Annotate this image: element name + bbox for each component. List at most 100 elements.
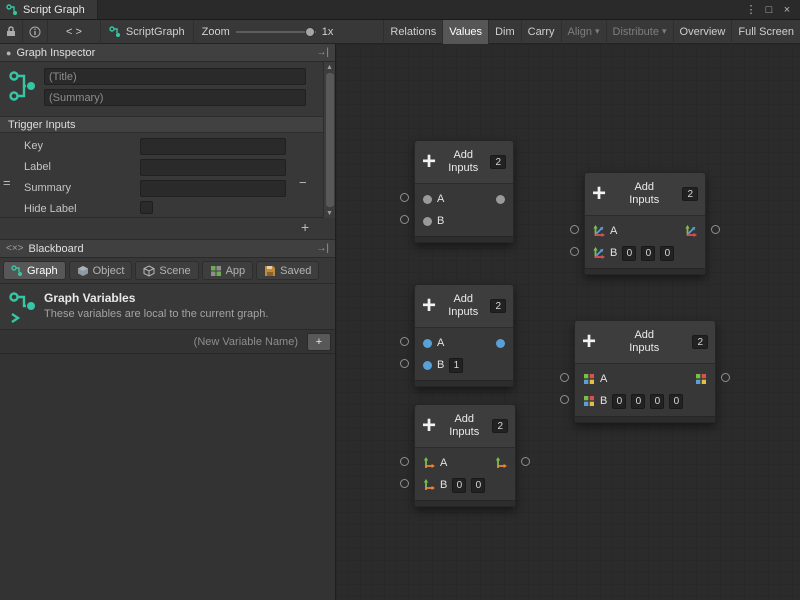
label-input[interactable]: [140, 159, 286, 176]
value-input[interactable]: 0: [612, 394, 626, 409]
align-dropdown[interactable]: Align ▾: [561, 20, 606, 44]
input-port-b[interactable]: [570, 247, 579, 256]
new-variable-input[interactable]: [4, 333, 300, 351]
tab-label: App: [226, 265, 246, 277]
port-label: B: [440, 479, 447, 491]
toolbar-right-group: Relations Values Dim Carry Align ▾ Distr…: [383, 20, 800, 44]
number-port-icon: [423, 339, 432, 348]
dock-icon[interactable]: →|: [316, 243, 329, 254]
value-input[interactable]: 0: [660, 246, 674, 261]
input-port-a[interactable]: [400, 337, 409, 346]
close-icon[interactable]: ×: [778, 1, 796, 19]
inspector-icon: ●: [6, 48, 11, 58]
zoom-slider-handle[interactable]: [305, 27, 315, 37]
value-input[interactable]: 0: [641, 246, 655, 261]
key-input[interactable]: [140, 138, 286, 155]
graph-summary-input[interactable]: [44, 89, 306, 106]
zoom-slider[interactable]: [236, 31, 316, 33]
vector3-icon: [593, 225, 605, 237]
input-port-a[interactable]: [560, 373, 569, 382]
summary-input[interactable]: [140, 180, 286, 197]
plus-icon: +: [582, 332, 596, 352]
value-input[interactable]: 0: [631, 394, 645, 409]
tab-menu-icon[interactable]: ⋮: [742, 1, 760, 19]
input-port-b[interactable]: [400, 479, 409, 488]
hide-label-checkbox[interactable]: [140, 201, 153, 214]
input-port-b[interactable]: [400, 359, 409, 368]
input-port-b[interactable]: [560, 395, 569, 404]
value-input[interactable]: 0: [622, 246, 636, 261]
value-input[interactable]: 0: [650, 394, 664, 409]
edit-script-button[interactable]: < >: [48, 20, 101, 44]
tab-scene[interactable]: Scene: [135, 261, 198, 280]
add-inputs-node-vector4[interactable]: + Add Inputs 2 A: [574, 320, 716, 423]
value-input[interactable]: 0: [471, 478, 485, 493]
window-tab[interactable]: Script Graph: [0, 0, 98, 19]
values-button[interactable]: Values: [442, 20, 488, 44]
add-variable-button[interactable]: +: [307, 333, 331, 351]
scroll-up-icon[interactable]: ▲: [326, 62, 333, 72]
inspector-scrollbar[interactable]: ▲ ▼: [323, 62, 335, 218]
input-port-b[interactable]: [400, 215, 409, 224]
add-inputs-node-vector3[interactable]: + Add Inputs 2 A: [584, 172, 706, 275]
tab-graph[interactable]: Graph: [3, 261, 66, 280]
value-input[interactable]: 1: [449, 358, 463, 373]
blackboard-empty-area: [0, 354, 335, 600]
graph-inspector-header: ● Graph Inspector →|: [0, 44, 335, 62]
port-label: B: [437, 215, 444, 227]
scroll-down-icon[interactable]: ▼: [326, 208, 333, 218]
node-title: Add Inputs: [441, 293, 485, 319]
node-body: A B 0 0 0: [585, 216, 705, 268]
node-title: Add Inputs: [611, 181, 677, 207]
dock-icon[interactable]: →|: [316, 47, 329, 58]
add-inputs-node-number[interactable]: + Add Inputs 2 A B 1: [414, 284, 514, 387]
zoom-label: Zoom: [202, 26, 230, 38]
input-count-badge: 2: [692, 335, 708, 349]
port-row: A: [415, 332, 513, 354]
carry-button[interactable]: Carry: [521, 20, 561, 44]
distribute-dropdown[interactable]: Distribute ▾: [606, 20, 673, 44]
tab-app[interactable]: App: [202, 261, 254, 280]
add-inputs-node-object[interactable]: + Add Inputs 2 A B: [414, 140, 514, 243]
node-title-line1: Add: [441, 149, 485, 162]
value-input[interactable]: 0: [452, 478, 466, 493]
port-label: B: [610, 247, 617, 259]
graph-breadcrumb[interactable]: ScriptGraph: [101, 20, 194, 44]
node-footer: [415, 380, 513, 386]
graph-canvas[interactable]: + Add Inputs 2 A B: [336, 44, 800, 600]
dim-button[interactable]: Dim: [488, 20, 521, 44]
node-footer: [585, 268, 705, 274]
input-port-a[interactable]: [570, 225, 579, 234]
overview-button[interactable]: Overview: [673, 20, 732, 44]
port-label: B: [600, 395, 607, 407]
graph-title-input[interactable]: [44, 68, 306, 85]
graph-variables-desc: These variables are local to the current…: [44, 308, 268, 320]
port-row: B 0 0 0 0: [575, 390, 715, 412]
fullscreen-button[interactable]: Full Screen: [731, 20, 800, 44]
number-port-icon: [423, 361, 432, 370]
vector2-icon: [495, 457, 507, 469]
graph-variables-section: Graph Variables These variables are loca…: [0, 284, 335, 330]
drag-handle-icon[interactable]: =: [3, 176, 11, 189]
remove-item-button[interactable]: −: [299, 176, 307, 189]
add-item-button[interactable]: +: [301, 221, 309, 234]
tab-saved[interactable]: Saved: [256, 261, 319, 280]
maximize-icon[interactable]: □: [760, 1, 778, 19]
tab-object[interactable]: Object: [69, 261, 133, 280]
port-label: A: [440, 457, 447, 469]
output-port[interactable]: [721, 373, 730, 382]
output-port[interactable]: [711, 225, 720, 234]
info-button[interactable]: [23, 20, 48, 44]
value-input[interactable]: 0: [669, 394, 683, 409]
input-port-a[interactable]: [400, 193, 409, 202]
output-port[interactable]: [521, 457, 530, 466]
input-port-a[interactable]: [400, 457, 409, 466]
scrollbar-thumb[interactable]: [326, 73, 334, 207]
code-icon: < >: [66, 26, 82, 38]
add-inputs-node-vector2[interactable]: + Add Inputs 2 A: [414, 404, 516, 507]
lock-button[interactable]: [0, 20, 23, 44]
script-graph-window: Script Graph ⋮ □ × < >: [0, 0, 800, 600]
node-title-line2: Inputs: [611, 194, 677, 207]
relations-button[interactable]: Relations: [383, 20, 442, 44]
node-title-line2: Inputs: [601, 342, 687, 355]
